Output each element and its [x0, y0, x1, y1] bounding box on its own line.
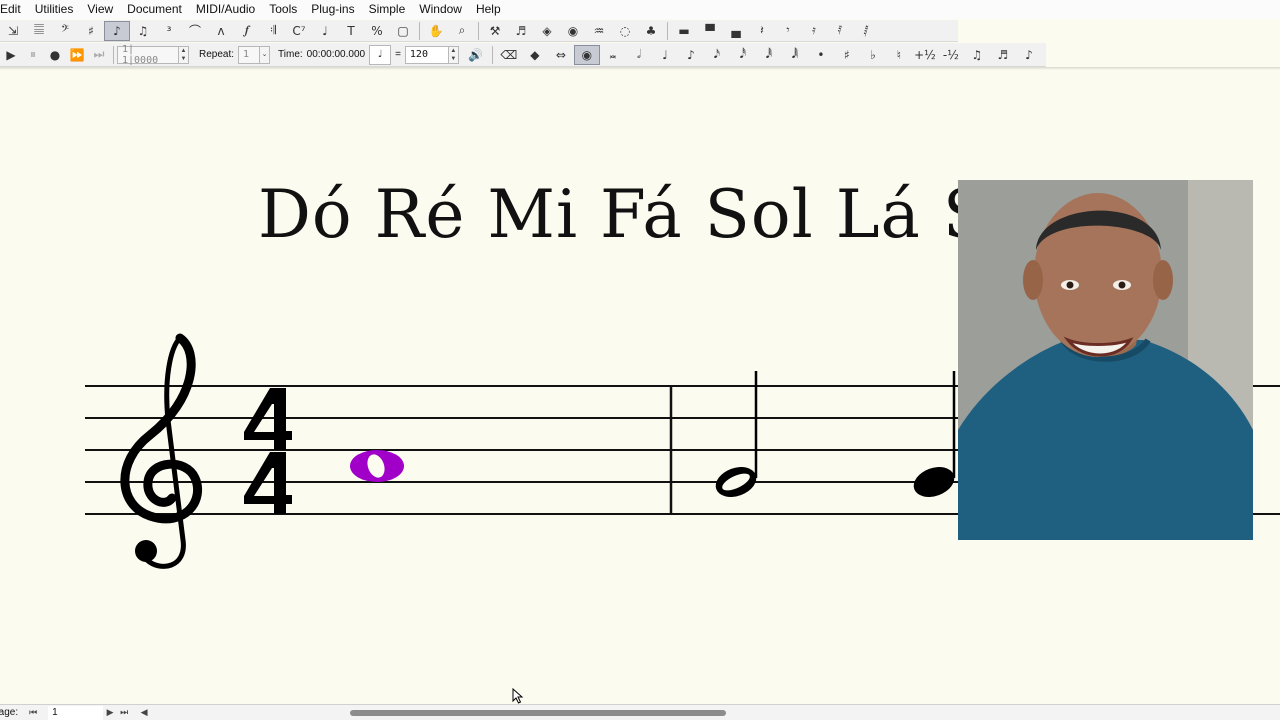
page-field[interactable]: 1 [48, 705, 104, 720]
status-bar: Page: ⏮ 1 ▶ ⏭ ◀ [0, 704, 1280, 720]
mouse-cursor-icon [512, 688, 524, 704]
next-page-icon[interactable]: ▶ [103, 707, 117, 718]
first-page-icon[interactable]: ⏮ [26, 707, 40, 718]
scrollbar-thumb[interactable] [350, 710, 726, 716]
whole-note-selected[interactable] [350, 450, 404, 482]
last-page-icon[interactable]: ⏭ [117, 707, 131, 718]
score-title[interactable]: Dó Ré Mi Fá Sol Lá Si [258, 182, 1011, 248]
scroll-left-icon[interactable]: ◀ [137, 707, 151, 718]
quarter-note[interactable] [909, 371, 958, 502]
horizontal-scrollbar[interactable] [152, 709, 1272, 717]
webcam-overlay [958, 180, 1253, 540]
half-note[interactable] [711, 371, 760, 502]
treble-clef[interactable] [120, 333, 203, 569]
page-label: Page: [0, 707, 19, 718]
